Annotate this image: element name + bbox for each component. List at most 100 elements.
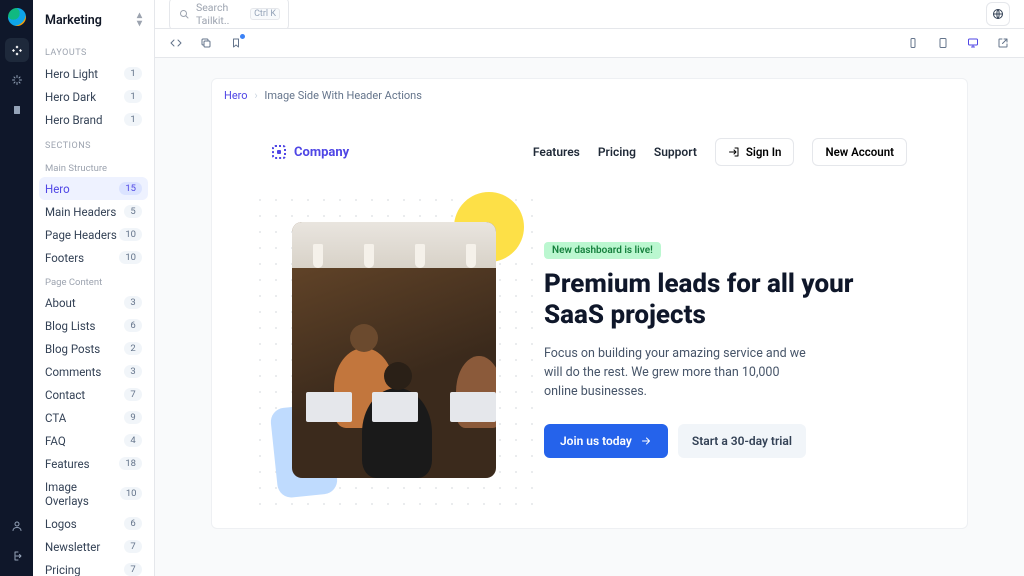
sidebar-item[interactable]: FAQ 4 (39, 429, 148, 452)
company-logo-icon (272, 145, 286, 159)
new-account-label: New Account (825, 145, 894, 159)
breadcrumb-root[interactable]: Hero (224, 89, 248, 102)
desktop-icon[interactable] (966, 36, 980, 50)
project-switcher[interactable]: Marketing ▴▾ (39, 8, 148, 38)
globe-button[interactable] (986, 2, 1010, 26)
chevron-right-icon: › (250, 89, 261, 102)
globe-icon (992, 8, 1004, 20)
company-brand[interactable]: Company (272, 145, 349, 160)
sidebar-subheading: Page Content (39, 269, 148, 291)
sidebar-item-label: Hero Light (45, 67, 98, 81)
sidebar-item-label: Logos (45, 517, 77, 531)
sidebar-subheading: Main Structure (39, 155, 148, 177)
sidebar-item[interactable]: Footers10 (39, 246, 148, 269)
count-badge: 10 (119, 228, 142, 241)
sidebar-item[interactable]: Blog Lists 6 (39, 314, 148, 337)
count-badge: 6 (124, 517, 142, 530)
team-photo (292, 222, 496, 478)
sidebar-item-label: Blog Lists (45, 319, 95, 333)
count-badge: 7 (124, 388, 142, 401)
count-badge: 10 (120, 487, 142, 500)
sidebar-item[interactable]: Pricing 7 (39, 558, 148, 576)
count-badge: 5 (124, 205, 142, 218)
hero-nav: Company Features Pricing Support Sign In… (272, 138, 907, 166)
search-icon (178, 8, 190, 20)
sidebar-heading-layouts: LAYOUTS (39, 38, 148, 62)
search-placeholder: Search Tailkit.. (196, 1, 244, 27)
sidebar-item-label: Hero Brand (45, 113, 102, 127)
sidebar-item-label: CTA (45, 411, 66, 425)
sidebar-item-label: Comments (45, 365, 101, 379)
sidebar-item[interactable]: Contact 7 (39, 383, 148, 406)
sidebar-item-label: Main Headers (45, 205, 116, 219)
count-badge: 6 (124, 319, 142, 332)
code-icon[interactable] (169, 36, 183, 50)
sign-in-button[interactable]: Sign In (715, 138, 795, 166)
count-badge: 9 (124, 411, 142, 424)
count-badge: 1 (124, 67, 142, 80)
sidebar-item[interactable]: Hero Brand1 (39, 108, 148, 131)
search-kbd: Ctrl K (250, 8, 280, 20)
rail-logout-icon[interactable] (5, 544, 29, 568)
primary-cta-label: Join us today (560, 434, 632, 448)
sidebar-item[interactable]: About 3 (39, 291, 148, 314)
toolbar (155, 29, 1024, 58)
sign-in-label: Sign In (746, 145, 782, 159)
secondary-cta-button[interactable]: Start a 30-day trial (678, 424, 806, 458)
sidebar-item-label: Page Headers (45, 228, 117, 242)
nav-link[interactable]: Support (654, 145, 697, 159)
sidebar-item[interactable]: Image Overlays10 (39, 475, 148, 512)
count-badge: 4 (124, 434, 142, 447)
sidebar-item-label: Contact (45, 388, 85, 402)
icon-rail (0, 0, 33, 576)
sidebar-item[interactable]: Hero 15 (39, 177, 148, 200)
sidebar-item[interactable]: CTA 9 (39, 406, 148, 429)
sidebar-item-label: Image Overlays (45, 480, 120, 508)
app-logo-icon (8, 8, 26, 26)
sidebar-item[interactable]: Newsletter 7 (39, 535, 148, 558)
hero-title: Premium leads for all your SaaS projects (544, 269, 907, 331)
rail-document-icon[interactable] (5, 98, 29, 122)
nav-link[interactable]: Features (533, 145, 580, 159)
new-account-button[interactable]: New Account (812, 138, 907, 166)
count-badge: 3 (124, 296, 142, 309)
sidebar-item[interactable]: Page Headers10 (39, 223, 148, 246)
breadcrumb: Hero › Image Side With Header Actions (212, 79, 967, 112)
count-badge: 7 (124, 563, 142, 576)
sidebar-item[interactable]: Hero Light 1 (39, 62, 148, 85)
hero-image (292, 222, 496, 478)
count-badge: 15 (119, 182, 142, 195)
count-badge: 7 (124, 540, 142, 553)
sidebar-heading-sections: SECTIONS (39, 131, 148, 155)
external-link-icon[interactable] (996, 36, 1010, 50)
nav-link[interactable]: Pricing (598, 145, 636, 159)
sidebar-item-label: Footers (45, 251, 84, 265)
copy-icon[interactable] (199, 36, 213, 50)
primary-cta-button[interactable]: Join us today (544, 424, 668, 458)
sidebar-item[interactable]: Features18 (39, 452, 148, 475)
count-badge: 2 (124, 342, 142, 355)
sidebar-item[interactable]: Comments3 (39, 360, 148, 383)
sidebar-item[interactable]: Logos 6 (39, 512, 148, 535)
tablet-icon[interactable] (936, 36, 950, 50)
sidebar-item-label: Hero (45, 182, 70, 196)
hero-tag: New dashboard is live! (544, 242, 661, 259)
sidebar-item[interactable]: Blog Posts 2 (39, 337, 148, 360)
chevron-up-down-icon: ▴▾ (137, 12, 142, 28)
sidebar-item-label: Newsletter (45, 540, 100, 554)
sidebar-item[interactable]: Main Headers 5 (39, 200, 148, 223)
topbar: Search Tailkit.. Ctrl K (155, 0, 1024, 29)
mobile-icon[interactable] (906, 36, 920, 50)
sidebar-item-label: Pricing (45, 563, 81, 576)
sidebar-item[interactable]: Hero Dark1 (39, 85, 148, 108)
sidebar-item-label: About (45, 296, 76, 310)
sidebar-item-label: Features (45, 457, 90, 471)
rail-user-icon[interactable] (5, 514, 29, 538)
company-name: Company (294, 145, 349, 160)
search-input[interactable]: Search Tailkit.. Ctrl K (169, 0, 289, 31)
rail-sparkle-icon[interactable] (5, 68, 29, 92)
rail-components-icon[interactable] (5, 38, 29, 62)
sidebar-item-label: FAQ (45, 434, 66, 448)
bookmark-icon[interactable] (229, 36, 243, 50)
sidebar-item-label: Blog Posts (45, 342, 100, 356)
